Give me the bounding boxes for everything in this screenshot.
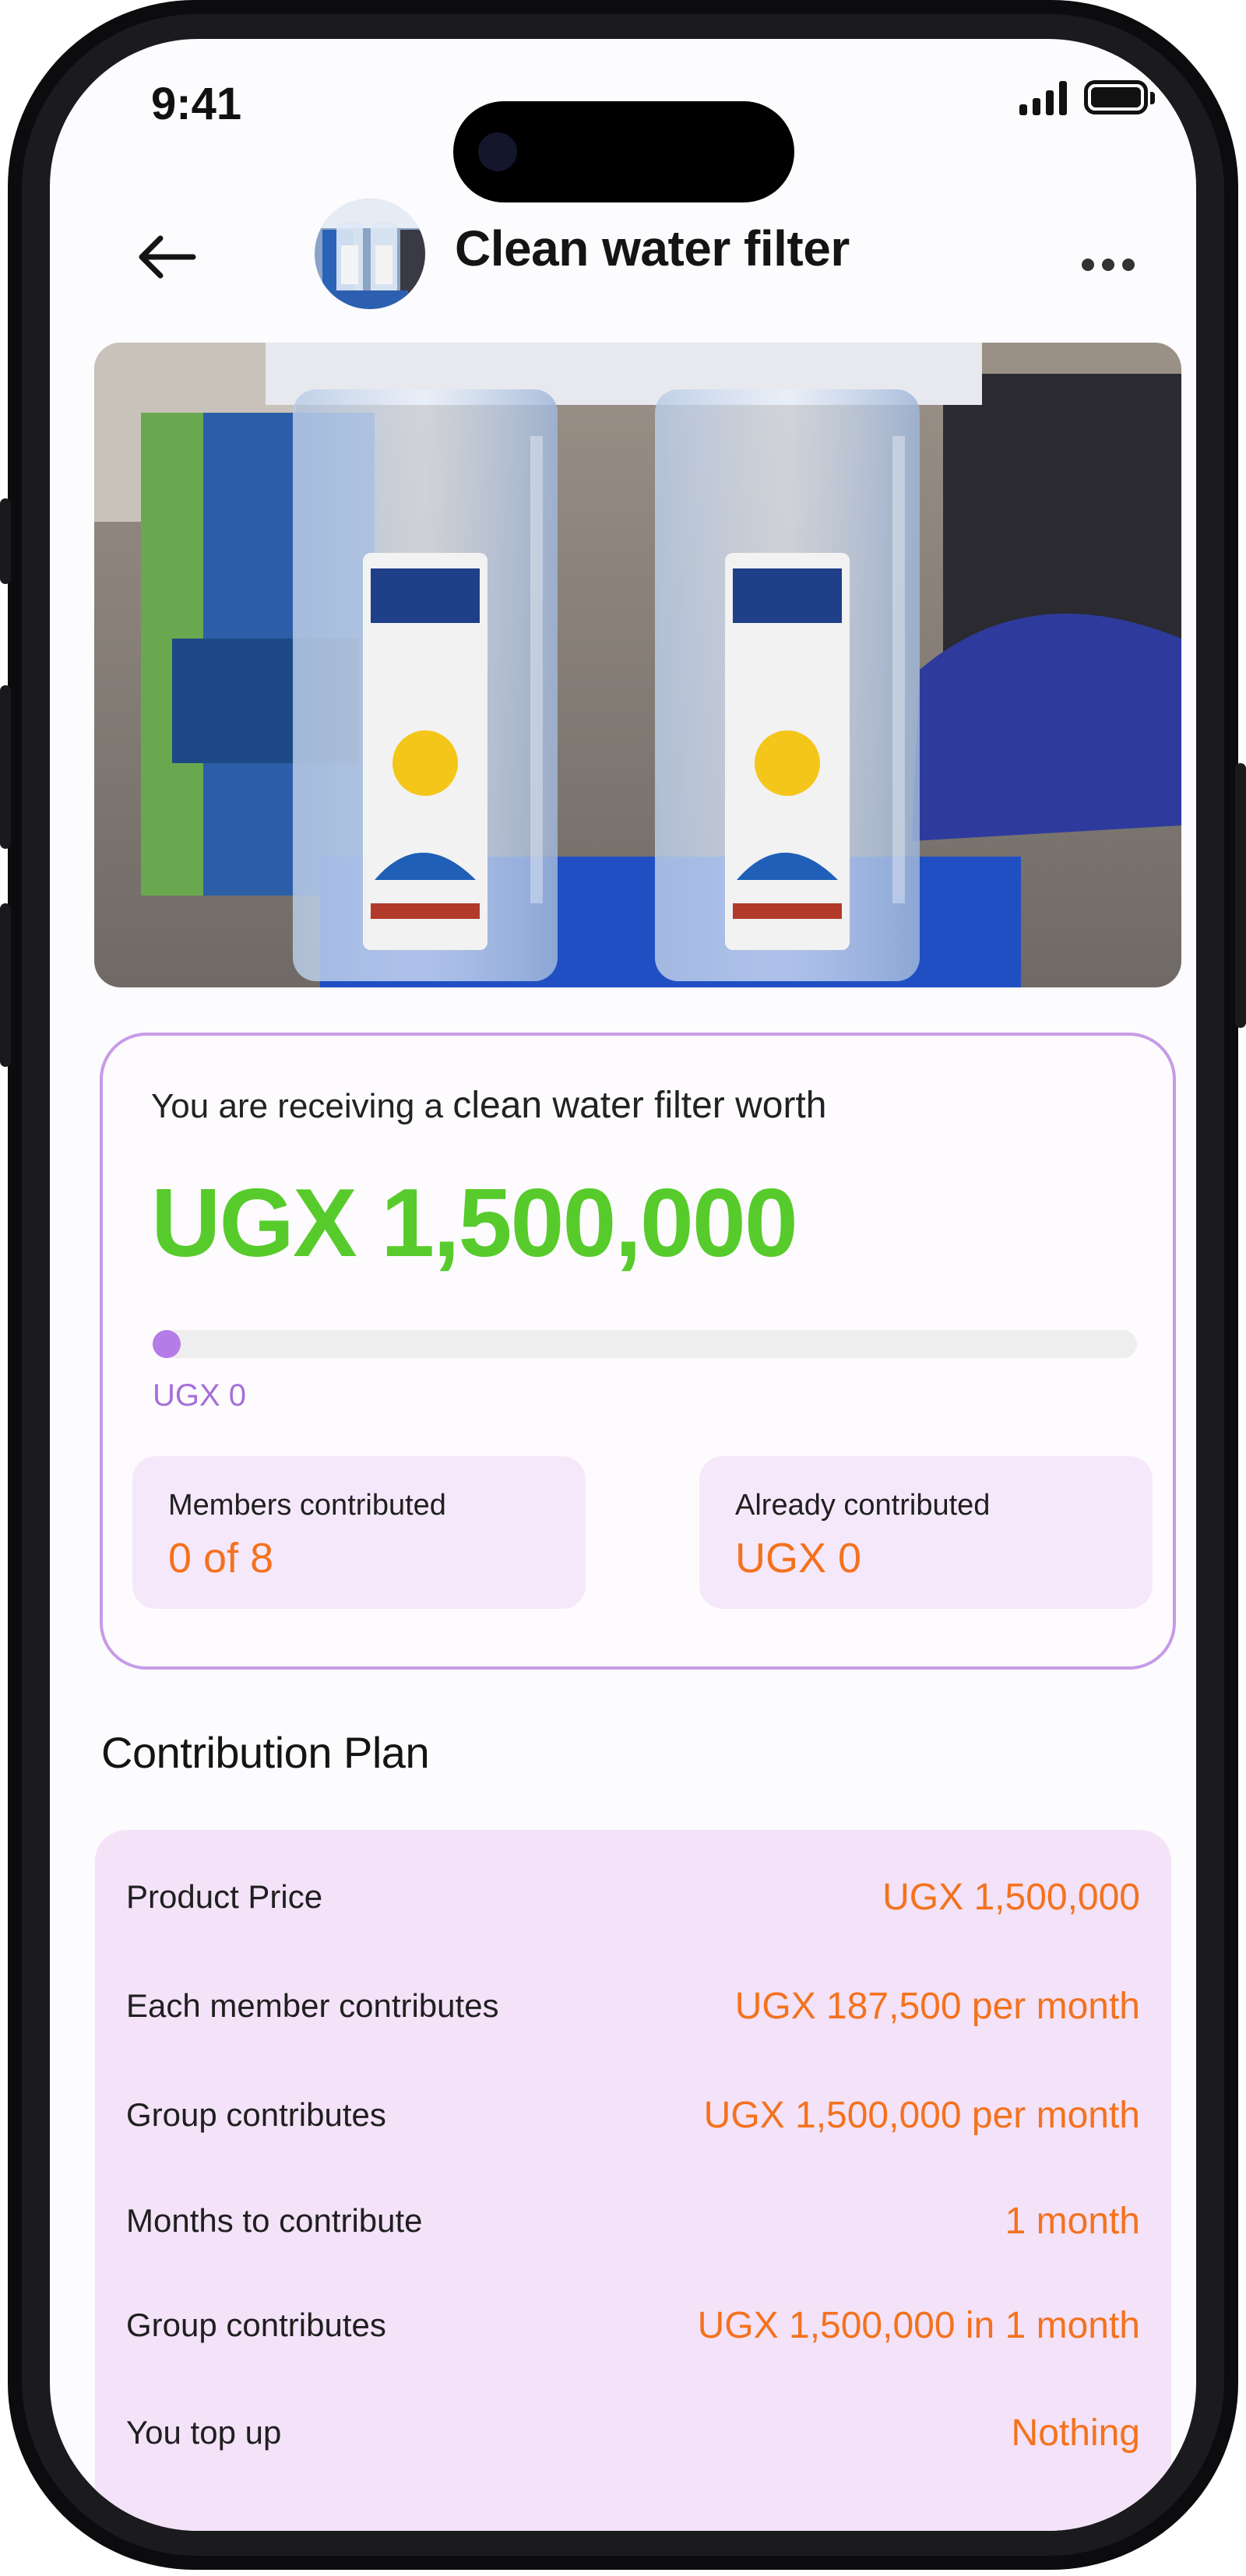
contribution-plan-heading: Contribution Plan	[101, 1728, 430, 1777]
plan-row-label: Months to contribute	[126, 2202, 423, 2239]
volume-down-button	[0, 903, 11, 1067]
already-contributed-value: UGX 0	[735, 1535, 862, 1582]
contribution-plan-card: Product Price UGX 1,500,000 Each member …	[95, 1830, 1171, 2531]
arrow-left-icon	[139, 235, 196, 279]
members-contributed-box: Members contributed 0 of 8	[132, 1456, 586, 1609]
battery-icon	[1084, 80, 1155, 114]
plan-row-value: UGX 1,500,000	[882, 1876, 1140, 1918]
members-contributed-label: Members contributed	[168, 1489, 446, 1522]
plan-row: Group contributes UGX 1,500,000 in 1 mon…	[126, 2294, 1140, 2356]
plan-row-value: UGX 1,500,000 in 1 month	[697, 2304, 1140, 2346]
signal-icon	[1019, 79, 1067, 115]
plan-row: Each member contributes UGX 187,500 per …	[126, 1975, 1140, 2037]
action-button	[0, 498, 11, 584]
members-contributed-value: 0 of 8	[168, 1535, 274, 1582]
plan-row: Group contributes UGX 1,500,000 per mont…	[126, 2084, 1140, 2146]
gift-summary-card: You are receiving a clean water filter w…	[100, 1033, 1176, 1670]
progress-fill	[153, 1330, 181, 1358]
page-title: Clean water filter	[455, 220, 850, 276]
plan-row-label: Product Price	[126, 1878, 323, 1915]
plan-row-label: Group contributes	[126, 2307, 386, 2343]
receiving-item: clean water filter worth	[452, 1085, 827, 1126]
plan-row-label: Each member contributes	[126, 1987, 499, 2024]
volume-up-button	[0, 685, 11, 849]
plan-row: You top up Nothing	[126, 2402, 1140, 2464]
more-horizontal-icon	[1082, 259, 1094, 271]
status-time: 9:41	[151, 79, 242, 129]
plan-row: Months to contribute 1 month	[126, 2190, 1140, 2252]
front-camera	[478, 132, 517, 171]
power-button	[1235, 763, 1246, 1028]
product-photo	[94, 343, 1181, 987]
product-avatar	[315, 199, 425, 309]
already-contributed-box: Already contributed UGX 0	[699, 1456, 1153, 1609]
app-screen: 9:41 Clean water filter You are receivin…	[50, 39, 1196, 2531]
worth-amount: UGX 1,500,000	[151, 1170, 798, 1277]
progress-label: UGX 0	[153, 1378, 247, 1413]
plan-row-label: You top up	[126, 2414, 282, 2451]
more-options-button[interactable]	[1065, 241, 1151, 288]
plan-row-label: Group contributes	[126, 2096, 386, 2133]
receiving-text: You are receiving a clean water filter w…	[151, 1085, 827, 1126]
back-button[interactable]	[128, 218, 206, 296]
plan-row-value: Nothing	[1011, 2412, 1140, 2454]
already-contributed-label: Already contributed	[735, 1489, 991, 1522]
contribution-progress-bar	[153, 1330, 1137, 1358]
dynamic-island	[453, 101, 794, 202]
plan-row-value: UGX 187,500 per month	[734, 1985, 1140, 2027]
plan-row: Product Price UGX 1,500,000	[126, 1866, 1140, 1928]
plan-row-value: UGX 1,500,000 per month	[703, 2094, 1140, 2136]
plan-row-value: 1 month	[1005, 2200, 1140, 2242]
status-icons	[1019, 79, 1155, 115]
